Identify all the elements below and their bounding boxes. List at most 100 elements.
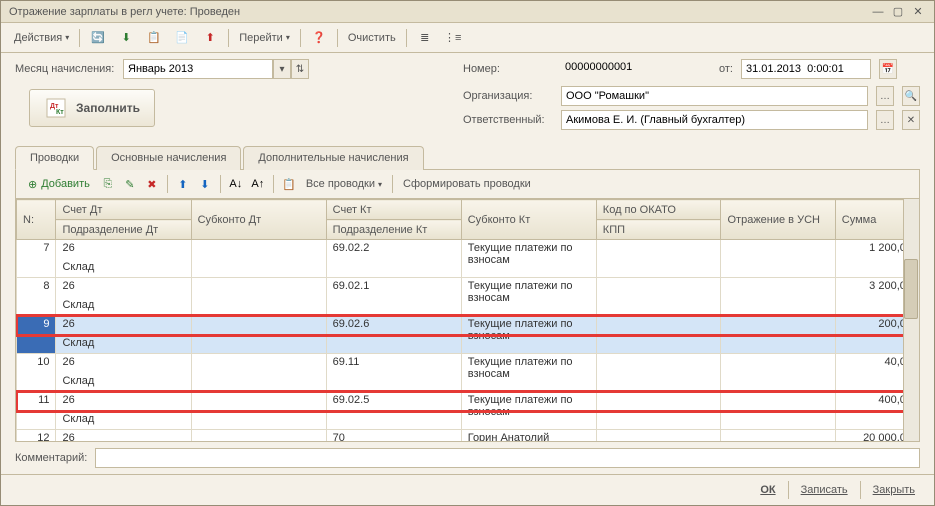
goto-menu[interactable]: Перейти▾ [234,29,295,47]
all-entries-menu[interactable]: Все проводки▾ [301,175,387,193]
table-row[interactable]: 112669.02.5Текущие платежи по взносам400… [17,392,919,411]
col-sub-kt[interactable]: Субконто Кт [461,200,596,240]
table-row[interactable]: 82669.02.1Текущие платежи по взносам3 20… [17,278,919,297]
cell-kt: 70 [326,430,461,443]
cell-kt2 [326,259,461,278]
cell-sub-kt: Текущие платежи по взносам [461,278,596,316]
close-button[interactable]: ✕ [910,5,926,19]
edit-row-icon[interactable]: ✎ [120,174,140,194]
cell-okato [596,354,721,392]
col-n[interactable]: N: [17,200,56,240]
titlebar: Отражение зарплаты в регл учете: Проведе… [1,1,934,23]
export-icon[interactable]: ⬇ [113,27,139,49]
cell-dt: 26 [56,392,191,411]
move-down-icon[interactable]: ⬇ [195,174,215,194]
svg-text:Кт: Кт [56,109,64,116]
cell-kt: 69.02.5 [326,392,461,411]
bottom-bar: ОК Записать Закрыть [1,474,934,505]
col-kpp[interactable]: КПП [596,220,721,240]
tab-add-accruals[interactable]: Дополнительные начисления [243,146,423,170]
cell-sub-dt [191,316,326,354]
org-input[interactable] [561,86,868,106]
move-up-icon[interactable]: ⬆ [173,174,193,194]
col-dt[interactable]: Счет Дт [56,200,191,220]
cell-sub-dt [191,278,326,316]
period-spin-icon[interactable]: ⇅ [291,59,309,79]
cell-dt: 26 [56,354,191,373]
minimize-button[interactable]: — [870,5,886,19]
tab-entries[interactable]: Проводки [15,146,94,170]
period-dropdown-icon[interactable]: ▾ [273,59,291,79]
col-okato[interactable]: Код по ОКАТО [596,200,721,220]
comment-input[interactable] [95,448,920,468]
cell-kt: 69.02.2 [326,240,461,259]
resp-clear-icon[interactable]: ✕ [902,110,920,130]
cell-sub-dt [191,354,326,392]
main-toolbar: Действия▾ 🔄 ⬇ 📋 📄 ⬆ Перейти▾ ❓ Очистить … [1,23,934,53]
cell-sub-kt: Текущие платежи по взносам [461,392,596,430]
cell-usn [721,316,835,354]
maximize-button[interactable]: ▢ [890,5,906,19]
clear-button[interactable]: Очистить [343,29,401,47]
table-row[interactable]: 72669.02.2Текущие платежи по взносам1 20… [17,240,919,259]
ok-button[interactable]: ОК [755,481,780,499]
date-input[interactable] [741,59,871,79]
calendar-icon[interactable]: 📅 [879,59,897,79]
refresh-icon[interactable]: 🔄 [85,27,111,49]
unpost-icon[interactable]: 📄 [169,27,195,49]
cell-dt2: Склад [56,373,191,392]
structure-icon[interactable]: ⬆ [197,27,223,49]
org-search-icon[interactable]: 🔍 [902,86,920,106]
period-input-wrap[interactable]: ▾ ⇅ [123,59,309,79]
post-icon[interactable]: 📋 [141,27,167,49]
close-form-button[interactable]: Закрыть [868,481,920,499]
table-row[interactable]: 92669.02.6Текущие платежи по взносам200,… [17,316,919,335]
cell-dt2: Склад [56,335,191,354]
period-input[interactable] [123,59,273,79]
write-button[interactable]: Записать [796,481,853,499]
table-row[interactable]: 122670Горин Анатолий Петрович20 000,00 [17,430,919,443]
cell-n: 10 [17,354,56,392]
cell-usn [721,278,835,316]
col-dt2[interactable]: Подразделение Дт [56,220,191,240]
gen-entries-button[interactable]: Сформировать проводки [398,175,536,193]
cell-kt: 69.02.1 [326,278,461,297]
table-row[interactable]: 102669.11Текущие платежи по взносам40,00 [17,354,919,373]
sort-asc-icon[interactable]: A↓ [226,174,246,194]
table-scrollbar[interactable] [903,199,919,441]
list2-icon[interactable]: ⋮≡ [440,27,466,49]
cell-sub-dt [191,430,326,443]
number-value: 00000000001 [561,59,711,79]
cell-n: 11 [17,392,56,430]
cell-kt: 69.02.6 [326,316,461,335]
copy-row-icon[interactable]: ⎘ [98,174,118,194]
cell-sub-kt: Горин Анатолий Петрович [461,430,596,443]
delete-row-icon[interactable]: ✖ [142,174,162,194]
cell-kt2 [326,373,461,392]
col-usn[interactable]: Отражение в УСН [721,200,835,240]
add-row-button[interactable]: ⊕ Добавить [22,176,96,193]
sort-desc-icon[interactable]: A↑ [248,174,268,194]
scroll-thumb[interactable] [904,259,918,319]
cell-okato [596,240,721,278]
cell-sub-dt [191,240,326,278]
fill-list-icon[interactable]: 📋 [279,174,299,194]
cell-n: 9 [17,316,56,354]
fill-button[interactable]: ДтКт Заполнить [29,89,155,127]
actions-menu[interactable]: Действия▾ [9,29,74,47]
org-select-icon[interactable]: … [876,86,894,106]
cell-sub-kt: Текущие платежи по взносам [461,354,596,392]
cell-usn [721,430,835,443]
entries-table: N: Счет Дт Субконто Дт Счет Кт Субконто … [15,198,920,442]
col-kt[interactable]: Счет Кт [326,200,461,220]
cell-n: 12 [17,430,56,443]
list-icon[interactable]: ≣ [412,27,438,49]
cell-dt: 26 [56,316,191,335]
help-icon[interactable]: ❓ [306,27,332,49]
col-sub-dt[interactable]: Субконто Дт [191,200,326,240]
col-kt2[interactable]: Подразделение Кт [326,220,461,240]
resp-input[interactable] [561,110,868,130]
resp-select-icon[interactable]: … [876,110,894,130]
cell-dt: 26 [56,278,191,297]
tab-main-accruals[interactable]: Основные начисления [96,146,241,170]
